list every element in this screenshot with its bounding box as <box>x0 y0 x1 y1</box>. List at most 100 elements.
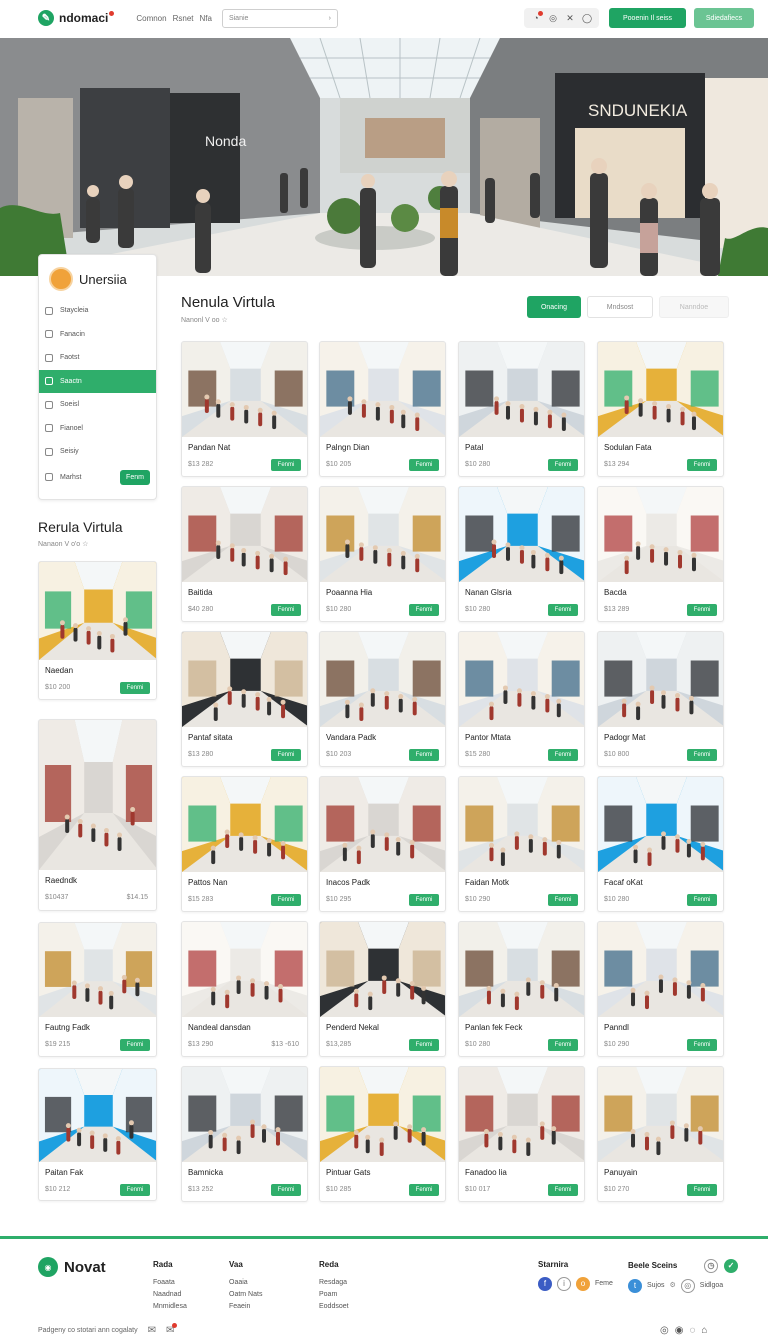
product-card[interactable]: Poaanna Hia $10 280 Fenmi <box>319 486 446 622</box>
sidebar-item[interactable]: Faotst <box>39 346 156 370</box>
share-icon[interactable]: ⌂ <box>701 1325 707 1336</box>
product-card[interactable]: Pattos Nan $15 283 Fenmi <box>181 776 308 912</box>
product-card[interactable]: Pantor Mtata $15 280 Fenmi <box>458 631 585 767</box>
product-card[interactable]: Fautng Fadk $19 215 Fenmi <box>38 922 157 1057</box>
user-icon[interactable]: ◯ <box>580 11 594 25</box>
card-action-button[interactable]: Fenmi <box>548 749 578 761</box>
footer-link[interactable]: Feaein <box>229 1301 262 1313</box>
nav-link[interactable]: Nfa <box>200 14 212 23</box>
product-card[interactable]: Sodulan Fata $13 294 Fenmi <box>597 341 724 477</box>
footer-link[interactable]: Oatm Nats <box>229 1289 262 1301</box>
product-card[interactable]: Nandeal dansdan $13 290 $13 -610 <box>181 921 308 1057</box>
tab-secondary[interactable]: Mndsost <box>587 296 653 318</box>
settings-icon[interactable]: ⚙ <box>670 1280 676 1292</box>
card-action-button[interactable]: Fenmi <box>120 1039 150 1051</box>
product-card[interactable]: Palngn Dian $10 205 Fenmi <box>319 341 446 477</box>
card-action-button[interactable]: Fenmi <box>687 749 717 761</box>
product-card[interactable]: Fanadoo lia $10 017 Fenmi <box>458 1066 585 1202</box>
card-action-button[interactable]: Fenmi <box>409 604 439 616</box>
card-action-button[interactable]: Fenmi <box>548 1184 578 1196</box>
card-action-button[interactable]: Fenmi <box>548 604 578 616</box>
product-card[interactable]: Patal $10 280 Fenmi <box>458 341 585 477</box>
sidebar-item[interactable]: Soeisl <box>39 393 156 417</box>
footer-link[interactable]: Eoddsoet <box>319 1301 349 1313</box>
card-action-button[interactable]: Fenmi <box>548 1039 578 1051</box>
product-card[interactable]: Padogr Mat $10 800 Fenmi <box>597 631 724 767</box>
product-card[interactable]: Pantaf sitata $13 280 Fenmi <box>181 631 308 767</box>
sidebar-item[interactable]: Fanacin <box>39 323 156 347</box>
card-action-button[interactable]: Fenmi <box>409 459 439 471</box>
product-card[interactable]: Naedan $10 200 Fenmi <box>38 561 157 700</box>
sidebar-item[interactable]: Staycleia <box>39 299 156 323</box>
product-card[interactable]: Pandan Nat $13 282 Fenmi <box>181 341 308 477</box>
card-action-button[interactable]: Fenmi <box>409 894 439 906</box>
inbox-icon[interactable]: ✉ <box>166 1323 178 1336</box>
info-icon[interactable]: i <box>557 1277 571 1291</box>
card-action-button[interactable]: Fenmi <box>548 459 578 471</box>
globe-icon[interactable]: ◎ <box>546 11 560 25</box>
card-action-button[interactable]: Fenmi <box>271 459 301 471</box>
card-action-button[interactable]: Fenmi <box>271 604 301 616</box>
card-action-button[interactable]: Fenmi <box>687 459 717 471</box>
card-action-button[interactable]: Fenmi <box>687 1184 717 1196</box>
sidebar-item[interactable]: Saactn <box>39 369 156 393</box>
product-card[interactable]: Pintuar Gats $10 285 Fenmi <box>319 1066 446 1202</box>
product-card[interactable]: Paitan Fak $10 212 Fenmi <box>38 1068 157 1201</box>
search-input[interactable]: Sianie › <box>221 8 338 28</box>
tab-disabled[interactable]: Nanndoe <box>659 296 729 318</box>
sidebar-footer-button[interactable]: Fenm <box>120 469 150 485</box>
product-card[interactable]: Facaf oKat $10 280 Fenmi <box>597 776 724 912</box>
card-action-button[interactable]: Fenmi <box>271 1184 301 1196</box>
nav-link[interactable]: Rsnet <box>173 14 194 23</box>
card-action-button[interactable]: Fenmi <box>687 894 717 906</box>
product-card[interactable]: Raedndk $10437 $14.15 <box>38 719 157 911</box>
footer-link[interactable]: Poam <box>319 1289 349 1301</box>
product-card[interactable]: Bacda $13 289 Fenmi <box>597 486 724 622</box>
footer-link[interactable]: Naadnad <box>153 1289 187 1301</box>
bell-icon[interactable]: ◔ <box>529 11 543 25</box>
instagram-icon[interactable]: ◎ <box>660 1325 669 1336</box>
card-action-button[interactable]: Fenmi <box>687 1039 717 1051</box>
product-card[interactable]: Vandara Padk $10 203 Fenmi <box>319 631 446 767</box>
globe-icon[interactable]: ◎ <box>680 1279 695 1293</box>
card-action-button[interactable]: Fenmi <box>409 1039 439 1051</box>
product-card[interactable]: Bamnicka $13 252 Fenmi <box>181 1066 308 1202</box>
footer-brand[interactable]: ◉ Novat <box>38 1257 106 1277</box>
card-action-button[interactable]: Fenmi <box>271 894 301 906</box>
card-action-button[interactable]: Fenmi <box>271 749 301 761</box>
nav-link[interactable]: Comnon <box>136 14 166 23</box>
brand-logo[interactable]: ✎ ndomaci <box>38 10 115 26</box>
product-card[interactable]: Inacos Padk $10 295 Fenmi <box>319 776 446 912</box>
secondary-action-button[interactable]: Sdiedafiecs <box>694 8 754 28</box>
sidebar-item[interactable]: Fianoel <box>39 417 156 441</box>
footer-link[interactable]: Foaata <box>153 1277 187 1289</box>
product-card[interactable]: Panndl $10 290 Fenmi <box>597 921 724 1057</box>
card-action-button[interactable]: Fenmi <box>687 604 717 616</box>
tab-active[interactable]: Onacing <box>527 296 581 318</box>
card-action-button[interactable]: Fenmi <box>120 682 150 694</box>
twitter-icon[interactable]: t <box>628 1279 642 1293</box>
primary-action-button[interactable]: Pooenin Il seiss <box>609 8 686 28</box>
tools-icon[interactable]: ✕ <box>563 11 577 25</box>
card-action-button[interactable]: Fenmi <box>409 1184 439 1196</box>
pinterest-icon[interactable]: ◉ <box>675 1325 684 1336</box>
mail-icon[interactable]: ✉ <box>148 1325 156 1336</box>
avatar[interactable] <box>49 267 73 291</box>
card-action-button[interactable]: Fenmi <box>409 749 439 761</box>
check-icon[interactable]: ✓ <box>724 1259 738 1273</box>
clock-icon[interactable]: ◷ <box>704 1259 718 1273</box>
help-icon[interactable]: ◌ <box>689 1325 695 1336</box>
product-card[interactable]: Faidan Motk $10 290 Fenmi <box>458 776 585 912</box>
product-card[interactable]: Panuyain $10 270 Fenmi <box>597 1066 724 1202</box>
footer-link[interactable]: Oaaia <box>229 1277 262 1289</box>
footer-link[interactable]: Resdaga <box>319 1277 349 1289</box>
coin-icon[interactable]: o <box>576 1277 590 1291</box>
product-card[interactable]: Penderd Nekal $13,285 Fenmi <box>319 921 446 1057</box>
sidebar-footer-item[interactable]: Marhst <box>45 473 81 481</box>
product-card[interactable]: Baitida $40 280 Fenmi <box>181 486 308 622</box>
card-action-button[interactable]: Fenmi <box>120 1184 150 1196</box>
sidebar-item[interactable]: Seisiy <box>39 440 156 464</box>
product-card[interactable]: Nanan Glsria $10 280 Fenmi <box>458 486 585 622</box>
card-action-button[interactable]: Fenmi <box>548 894 578 906</box>
product-card[interactable]: Panlan fek Feck $10 280 Fenmi <box>458 921 585 1057</box>
